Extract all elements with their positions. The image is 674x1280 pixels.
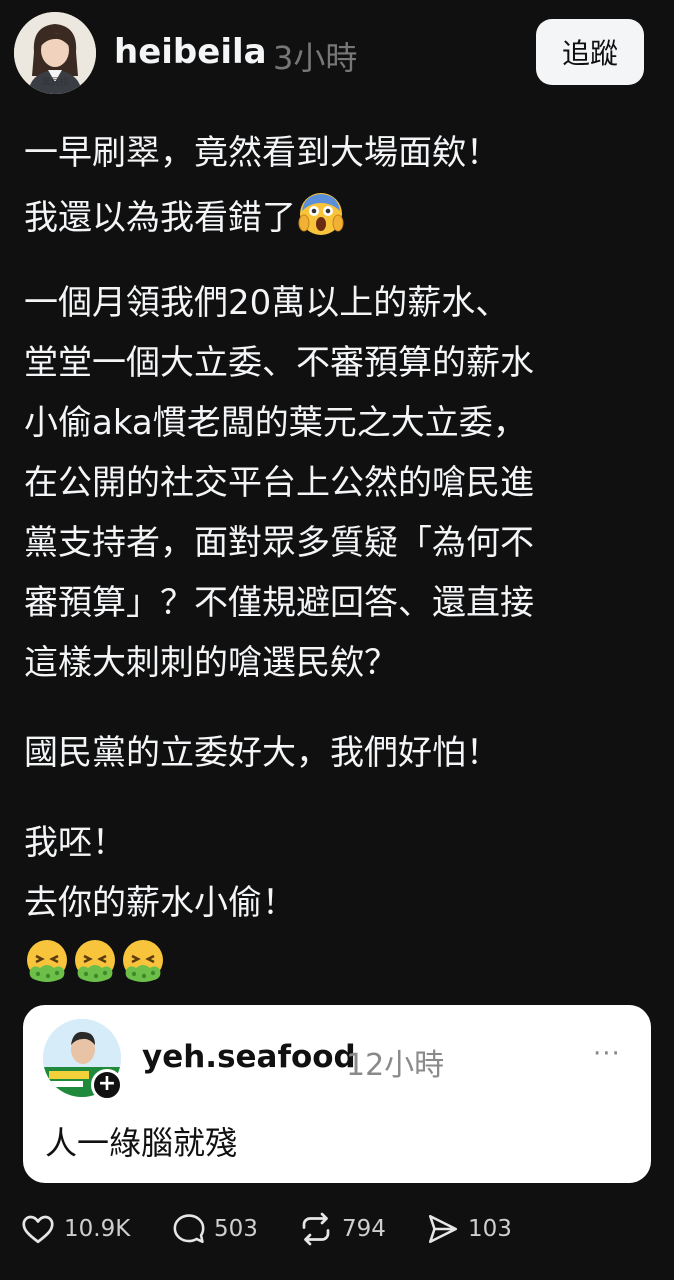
- send-icon: [428, 1214, 458, 1244]
- share-count: 103: [468, 1216, 512, 1242]
- post-line: 一早刷翠，竟然看到大場面欸！: [24, 133, 500, 173]
- like-button[interactable]: 10.9K: [20, 1206, 130, 1252]
- post-line: 審預算」？不僅規避回答、還直接: [24, 583, 534, 623]
- post-line: 堂堂一個大立委、不審預算的薪水: [24, 343, 534, 383]
- repost-button[interactable]: 794: [298, 1206, 386, 1252]
- comment-icon: [173, 1214, 205, 1244]
- quoted-post-card[interactable]: + yeh.seafood 12小時 ··· 人一綠腦就殘: [23, 1005, 651, 1183]
- author-name[interactable]: heibeila: [114, 32, 267, 72]
- like-count: 10.9K: [64, 1216, 131, 1242]
- nauseated-emoji-icon: [120, 938, 166, 993]
- repost-icon: [302, 1212, 330, 1246]
- more-options-icon[interactable]: ···: [593, 1039, 621, 1069]
- share-button[interactable]: 103: [426, 1206, 512, 1252]
- repost-count: 794: [342, 1216, 386, 1242]
- scream-emoji-icon: [298, 191, 344, 248]
- nauseated-emoji-icon: [72, 938, 118, 993]
- follow-button[interactable]: 追蹤: [536, 19, 644, 85]
- post-line: 我還以為我看錯了: [24, 198, 296, 238]
- comment-count: 503: [214, 1216, 258, 1242]
- post-header: 黑貝拉 heibeila 3小時 追蹤: [0, 0, 674, 104]
- post-time: 3小時: [273, 39, 358, 77]
- comment-button[interactable]: 503: [172, 1206, 258, 1252]
- quoted-author-name[interactable]: yeh.seafood: [142, 1039, 356, 1075]
- post-line: 國民黨的立委好大，我們好怕！: [24, 733, 500, 773]
- avatar-caption: 黑貝拉: [41, 78, 69, 88]
- post-line: 去你的薪水小偷！: [24, 883, 296, 923]
- nauseated-emoji-icon: [24, 938, 70, 993]
- heart-icon: [22, 1215, 54, 1244]
- post-line: 我呸！: [24, 823, 126, 863]
- follow-plus-icon[interactable]: +: [91, 1069, 123, 1101]
- post-line: 小偷aka慣老闆的葉元之大立委，: [24, 403, 527, 443]
- quoted-post-time: 12小時: [346, 1048, 445, 1083]
- author-avatar[interactable]: 黑貝拉: [14, 12, 96, 94]
- post-line-with-emoji: 我還以為我看錯了: [24, 191, 344, 238]
- post-line: 黨支持者，面對眾多質疑「為何不: [24, 523, 534, 563]
- post-line: 這樣大刺刺的嗆選民欸？: [24, 643, 398, 683]
- post-actions: 10.9K 503 794 103: [20, 1206, 660, 1252]
- quoted-post-text: 人一綠腦就殘: [45, 1124, 238, 1162]
- emoji-row: [24, 938, 166, 993]
- post-line: 在公開的社交平台上公然的嗆民進: [24, 463, 534, 503]
- post-line: 一個月領我們20萬以上的薪水、: [24, 283, 510, 323]
